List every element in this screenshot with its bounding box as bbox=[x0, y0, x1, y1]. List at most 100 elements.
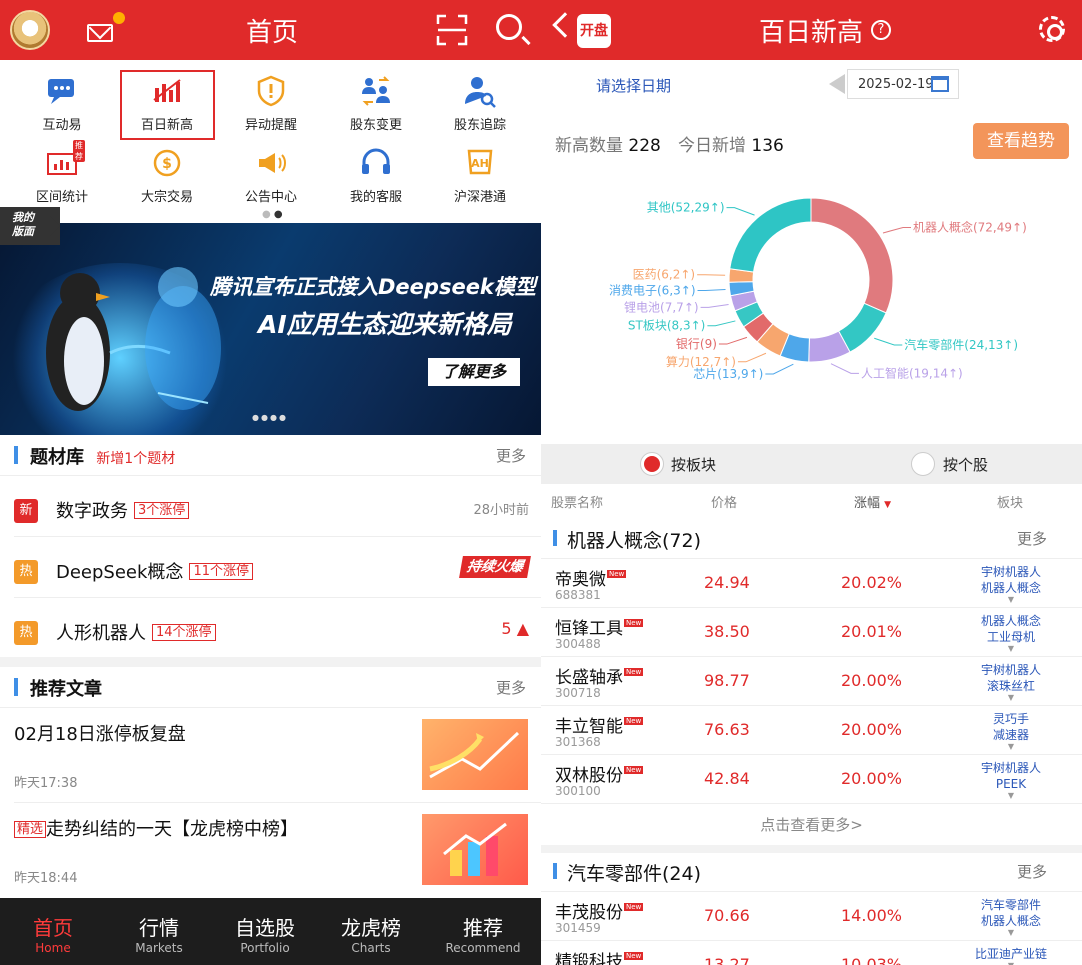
new-high-icon bbox=[150, 74, 184, 108]
topic-name: DeepSeek概念 bbox=[56, 562, 184, 583]
stock-sectors[interactable]: 汽车零部件 机器人概念 ▼ bbox=[961, 897, 1061, 937]
my-layout-tab[interactable]: 我的 版面 bbox=[0, 207, 60, 245]
stock-row[interactable]: 长盛轴承 New 300718 98.77 20.00% 宇树机器人 滚珠丝杠 ▼ bbox=[541, 657, 1082, 706]
expand-icon: ▼ bbox=[1007, 595, 1015, 604]
mail-icon[interactable] bbox=[87, 24, 113, 42]
new-badge: New bbox=[624, 619, 644, 627]
header-sector: 板块 bbox=[997, 496, 1024, 511]
slice-label: 其他(52,29↑) bbox=[647, 201, 725, 215]
article-item[interactable]: 02月18日涨停板复盘 昨天17:38 bbox=[0, 708, 541, 802]
radio-label: 按个股 bbox=[943, 456, 989, 474]
stock-sectors[interactable]: 比亚迪产业链▼ bbox=[961, 946, 1061, 965]
open-market-badge[interactable]: 开盘 bbox=[577, 14, 611, 48]
mail-unread-dot bbox=[113, 12, 125, 24]
stock-row[interactable]: 丰茂股份 New 301459 70.66 14.00% 汽车零部件 机器人概念 ▼ bbox=[541, 892, 1082, 941]
nav-home[interactable]: 首页 Home bbox=[3, 912, 103, 955]
new-tag: 新 bbox=[14, 499, 38, 523]
search-icon[interactable] bbox=[496, 14, 522, 40]
shortcut-shareholder-track[interactable]: 股东追踪 bbox=[430, 74, 530, 133]
stock-row[interactable]: 帝奥微 New 688381 24.94 20.02% 宇树机器人 机器人概念 ▼ bbox=[541, 559, 1082, 608]
load-more-link[interactable]: 点击查看更多> bbox=[541, 805, 1082, 845]
shortcut-interactive[interactable]: 互动易 bbox=[12, 74, 112, 133]
banner-headline: 腾讯宣布正式接入Deepseek模型 bbox=[210, 275, 536, 299]
stock-price: 13.27 bbox=[704, 955, 750, 965]
radio-by-sector[interactable] bbox=[640, 452, 664, 476]
home-header: 首页 bbox=[0, 0, 541, 60]
radio-by-stock[interactable] bbox=[911, 452, 935, 476]
stock-sectors[interactable]: 宇树机器人 PEEK ▼ bbox=[961, 760, 1061, 800]
slice-label: 机器人概念(72,49↑) bbox=[913, 219, 1027, 234]
shortcut-hk-connect[interactable]: AH 沪深港通 bbox=[430, 146, 530, 205]
stock-price: 70.66 bbox=[704, 906, 750, 925]
slice-leader-line bbox=[765, 363, 794, 375]
stock-sectors[interactable]: 宇树机器人 机器人概念 ▼ bbox=[961, 564, 1061, 604]
shortcut-block-trade[interactable]: $ 大宗交易 bbox=[117, 146, 217, 205]
slice-leader-line bbox=[700, 304, 729, 308]
gear-icon[interactable] bbox=[1039, 16, 1065, 42]
nav-charts[interactable]: 龙虎榜 Charts bbox=[321, 912, 421, 955]
nav-markets[interactable]: 行情 Markets bbox=[109, 912, 209, 955]
slice-label: 算力(12,7↑) bbox=[666, 354, 736, 369]
stock-sectors[interactable]: 机器人概念 工业母机 ▼ bbox=[961, 613, 1061, 653]
stock-sectors[interactable]: 灵巧手 减速器 ▼ bbox=[961, 711, 1061, 751]
topic-row[interactable]: 热 人形机器人 14个涨停 5 ▲ bbox=[14, 613, 529, 663]
new-badge: New bbox=[624, 668, 644, 676]
rank-change: 5 ▲ bbox=[501, 619, 529, 638]
topic-row[interactable]: 热 DeepSeek概念 11个涨停 持续火爆 bbox=[14, 552, 531, 602]
shortcut-shareholder-change[interactable]: 股东变更 bbox=[326, 74, 426, 133]
stock-row[interactable]: 精锻科技New 13.27 10.03% 比亚迪产业链▼ bbox=[541, 941, 1082, 965]
chat-icon bbox=[45, 74, 79, 108]
promo-banner[interactable]: 腾讯宣布正式接入Deepseek模型 AI应用生态迎来新格局 了解更多 ●●●● bbox=[0, 223, 541, 435]
sector-donut-chart: 机器人概念(72,49↑) 汽车零部件(24,13↑) 人工智能(19,14↑) 芯片… bbox=[609, 197, 1027, 381]
more-link[interactable]: 更多 bbox=[496, 677, 526, 698]
learn-more-button[interactable]: 了解更多 bbox=[428, 358, 520, 386]
prev-date-icon[interactable] bbox=[819, 74, 845, 94]
banner-subline: AI应用生态迎来新格局 bbox=[258, 310, 512, 339]
stock-row[interactable]: 丰立智能 New 301368 76.63 20.00% 灵巧手 减速器 ▼ bbox=[541, 706, 1082, 755]
shortcut-new-high[interactable]: 百日新高 bbox=[117, 74, 217, 133]
article-title: 精选 走势纠结的一天【龙虎榜中榜】 bbox=[14, 815, 298, 841]
stock-code: 300100 bbox=[555, 784, 601, 798]
topic-name: 人形机器人 bbox=[56, 623, 146, 644]
nav-portfolio[interactable]: 自选股 Portfolio bbox=[215, 912, 315, 955]
stock-row[interactable]: 恒锋工具 New 300488 38.50 20.01% 机器人概念 工业母机 ▼ bbox=[541, 608, 1082, 657]
slice-label: 人工智能(19,14↑) bbox=[861, 365, 963, 380]
topic-library: 题材库 新增1个题材 更多 新 数字政务 3个涨停 28小时前 热 DeepSee… bbox=[0, 435, 541, 657]
avatar[interactable] bbox=[10, 10, 50, 50]
shareholder-track-icon bbox=[463, 74, 497, 108]
nav-recommend[interactable]: 推荐 Recommend bbox=[433, 912, 533, 955]
radio-label: 按板块 bbox=[671, 456, 717, 474]
slice-label: 锂电池(7,7↑) bbox=[624, 299, 699, 314]
new-badge: New bbox=[624, 717, 644, 725]
stock-sectors[interactable]: 宇树机器人 滚珠丝杠 ▼ bbox=[961, 662, 1061, 702]
topic-row[interactable]: 新 数字政务 3个涨停 28小时前 bbox=[14, 491, 529, 541]
shortcut-alert[interactable]: 异动提醒 bbox=[221, 74, 321, 133]
section-title: 推荐文章 bbox=[14, 675, 102, 701]
article-item[interactable]: 精选 走势纠结的一天【龙虎榜中榜】 昨天18:44 bbox=[0, 803, 541, 898]
shortcut-announcement[interactable]: 公告中心 bbox=[221, 146, 321, 205]
svg-text:$: $ bbox=[162, 156, 172, 172]
shortcut-interval-stats[interactable]: 推荐 区间统计 bbox=[12, 140, 112, 205]
expand-icon: ▼ bbox=[1007, 693, 1015, 702]
stock-price: 38.50 bbox=[704, 622, 750, 641]
block-trade-icon: $ bbox=[150, 146, 184, 180]
header-price[interactable]: 价格 bbox=[711, 492, 737, 511]
help-icon[interactable]: ? bbox=[871, 20, 891, 40]
shortcut-customer-service[interactable]: 我的客服 bbox=[326, 146, 426, 205]
stock-code: 688381 bbox=[555, 588, 601, 602]
more-link[interactable]: 更多 bbox=[496, 445, 526, 466]
donut-hole bbox=[753, 222, 869, 338]
calendar-icon[interactable] bbox=[931, 76, 949, 92]
view-trend-button[interactable]: 查看趋势 bbox=[973, 123, 1069, 159]
back-icon[interactable] bbox=[552, 12, 578, 38]
more-link[interactable]: 更多 bbox=[1017, 861, 1047, 882]
slice-leader-line bbox=[726, 207, 755, 216]
scan-icon[interactable] bbox=[436, 14, 468, 46]
stock-code: 301368 bbox=[555, 735, 601, 749]
banner-indicator: ●●●● bbox=[252, 413, 288, 422]
stock-row[interactable]: 双林股份 New 300100 42.84 20.00% 宇树机器人 PEEK ▼ bbox=[541, 755, 1082, 804]
hot-tag: 热 bbox=[14, 560, 38, 584]
header-change[interactable]: 涨幅 ▼ bbox=[854, 492, 891, 511]
more-link[interactable]: 更多 bbox=[1017, 528, 1047, 549]
stock-code: 300718 bbox=[555, 686, 601, 700]
